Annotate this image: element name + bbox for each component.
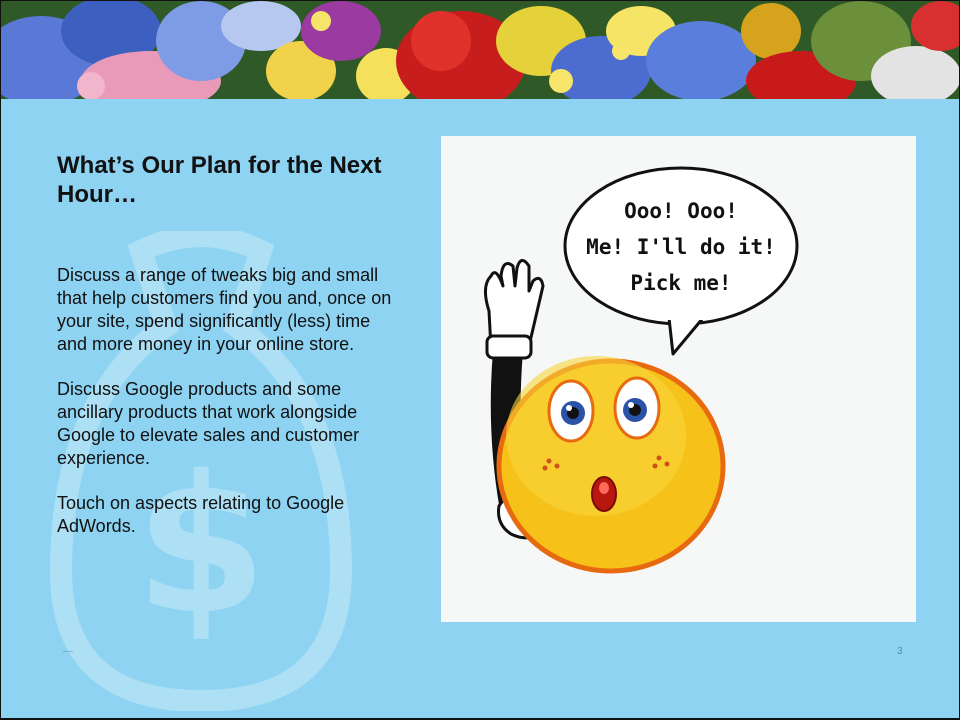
page-title: What’s Our Plan for the Next Hour… bbox=[57, 152, 382, 208]
smiley-face-icon bbox=[496, 356, 726, 574]
smiley-illustration: Ooo! Ooo! Me! I'll do it! Pick me! bbox=[441, 136, 916, 622]
slide: $ What’s Our Plan for the Next Hour… Dis… bbox=[1, 1, 959, 718]
footer-date: — bbox=[63, 646, 73, 657]
speech-line: Pick me! bbox=[630, 271, 731, 295]
speech-line: Me! I'll do it! bbox=[586, 235, 776, 259]
body-paragraph: Discuss Google products and some ancilla… bbox=[57, 379, 360, 468]
speech-bubble: Ooo! Ooo! Me! I'll do it! Pick me! bbox=[563, 166, 799, 356]
body-paragraph: Touch on aspects relating to Google AdWo… bbox=[57, 493, 345, 536]
flower-banner-image bbox=[1, 1, 959, 99]
speech-line: Ooo! Ooo! bbox=[624, 199, 738, 223]
body-paragraph: Discuss a range of tweaks big and small … bbox=[57, 265, 392, 354]
page-number: 3 bbox=[897, 646, 903, 657]
slide-body: Discuss a range of tweaks big and small … bbox=[57, 264, 397, 560]
